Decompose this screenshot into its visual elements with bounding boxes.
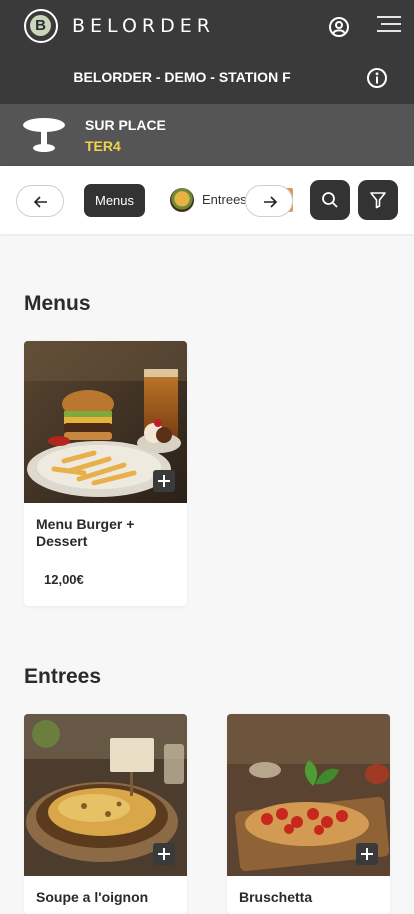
category-bar: Menus Entrees bbox=[0, 166, 414, 234]
filter-icon bbox=[370, 192, 386, 209]
add-to-cart-button[interactable] bbox=[356, 843, 378, 865]
logo-letter: B bbox=[30, 15, 51, 36]
product-name: Bruschetta bbox=[239, 889, 313, 905]
user-account-icon[interactable] bbox=[328, 16, 350, 38]
previous-category-button[interactable] bbox=[16, 185, 64, 217]
section-title-entrees: Entrees bbox=[24, 665, 102, 688]
service-mode-label: SUR PLACE bbox=[85, 117, 166, 133]
service-mode-bar[interactable]: SUR PLACE TER4 bbox=[0, 104, 414, 166]
entrees-thumbnail bbox=[170, 188, 194, 212]
table-number: TER4 bbox=[85, 138, 121, 154]
product-name: Menu Burger + Dessert bbox=[36, 516, 135, 549]
station-bar: BELORDER - DEMO - STATION F bbox=[0, 52, 414, 104]
add-to-cart-button[interactable] bbox=[153, 843, 175, 865]
product-price: 12,00€ bbox=[44, 572, 84, 587]
brand-name: BELORDER bbox=[72, 15, 215, 37]
arrow-right-icon bbox=[264, 196, 278, 208]
filter-button[interactable] bbox=[358, 180, 398, 220]
station-title: BELORDER - DEMO - STATION F bbox=[73, 69, 291, 85]
table-icon bbox=[22, 117, 66, 155]
next-category-button[interactable] bbox=[245, 185, 293, 217]
product-name: Soupe a l'oignon bbox=[36, 889, 149, 905]
info-icon[interactable] bbox=[366, 67, 388, 89]
add-to-cart-button[interactable] bbox=[153, 470, 175, 492]
category-tab-menus[interactable]: Menus bbox=[84, 184, 145, 217]
arrow-left-icon bbox=[33, 196, 47, 208]
product-card[interactable]: Menu Burger + Dessert 12,00€ bbox=[24, 341, 187, 606]
category-tab-label: Entrees bbox=[202, 192, 247, 207]
hamburger-menu-icon[interactable] bbox=[376, 14, 402, 36]
belorder-logo[interactable]: B bbox=[24, 9, 58, 43]
search-button[interactable] bbox=[310, 180, 350, 220]
product-card[interactable]: Bruschetta bbox=[227, 714, 390, 914]
section-title-menus: Menus bbox=[24, 292, 91, 315]
search-icon bbox=[322, 192, 338, 208]
top-header: B BELORDER bbox=[0, 0, 414, 52]
product-card[interactable]: Soupe a l'oignon bbox=[24, 714, 187, 914]
